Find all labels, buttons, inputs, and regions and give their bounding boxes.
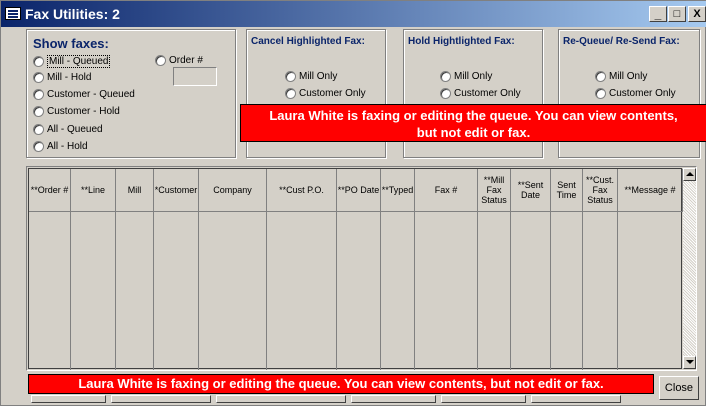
hold-fax-title: Hold Hightlighted Fax: <box>408 36 515 47</box>
radio-label: Mill Only <box>609 71 648 82</box>
queue-locked-warning-bottom: Laura White is faxing or editing the que… <box>28 374 654 394</box>
column-header-line[interactable]: **Line <box>71 169 116 212</box>
radio-label: Mill - Hold <box>47 72 92 83</box>
radio-label: Customer - Queued <box>47 89 135 100</box>
radio-requeue-customer-only[interactable]: Customer Only <box>595 88 676 99</box>
column-header-sent-time[interactable]: Sent Time <box>551 169 583 212</box>
radio-label: Order # <box>169 55 203 66</box>
radio-all-hold[interactable]: All - Hold <box>33 141 88 152</box>
radio-cancel-mill-only[interactable]: Mill Only <box>285 71 337 82</box>
radio-circle-icon[interactable] <box>33 106 44 117</box>
close-window-button[interactable]: X <box>688 6 706 22</box>
radio-requeue-mill-only[interactable]: Mill Only <box>595 71 647 82</box>
close-label-accelerator: C <box>664 382 673 394</box>
close-button[interactable]: Close <box>659 376 699 400</box>
radio-label: Customer - Hold <box>47 106 120 117</box>
radio-label: Customer Only <box>454 88 521 99</box>
radio-circle-icon[interactable] <box>440 88 451 99</box>
hidden-action-button[interactable] <box>216 395 346 403</box>
radio-hold-customer-only[interactable]: Customer Only <box>440 88 521 99</box>
title-bar[interactable]: Fax Utilities: 2 _ □ X <box>1 1 706 27</box>
radio-circle-icon[interactable] <box>595 88 606 99</box>
column-divider <box>336 212 337 370</box>
radio-circle-icon[interactable] <box>440 71 451 82</box>
maximize-button[interactable]: □ <box>668 6 686 22</box>
radio-customer-hold[interactable]: Customer - Hold <box>33 106 120 117</box>
radio-circle-icon[interactable] <box>33 124 44 135</box>
arrow-up-icon <box>686 172 694 176</box>
hidden-action-button[interactable] <box>351 395 436 403</box>
radio-circle-icon[interactable] <box>33 56 44 67</box>
column-header-message-number[interactable]: **Message # <box>618 169 683 212</box>
radio-circle-icon[interactable] <box>155 55 166 66</box>
vertical-scrollbar[interactable] <box>683 168 696 369</box>
radio-cancel-customer-only[interactable]: Customer Only <box>285 88 366 99</box>
fax-utilities-window: Fax Utilities: 2 _ □ X Show faxes: Mill … <box>0 0 706 406</box>
show-faxes-title: Show faxes: <box>33 36 109 51</box>
radio-label: Customer Only <box>609 88 676 99</box>
queue-locked-warning-top: Laura White is faxing or editing the que… <box>240 104 706 142</box>
hidden-action-button[interactable] <box>441 395 526 403</box>
hidden-action-button[interactable] <box>531 395 621 403</box>
column-divider <box>153 212 154 370</box>
hidden-action-button[interactable] <box>31 395 106 403</box>
radio-hold-mill-only[interactable]: Mill Only <box>440 71 492 82</box>
radio-circle-icon[interactable] <box>33 89 44 100</box>
column-divider <box>550 212 551 370</box>
column-divider <box>414 212 415 370</box>
column-divider <box>477 212 478 370</box>
radio-mill-hold[interactable]: Mill - Hold <box>33 72 91 83</box>
radio-label: All - Queued <box>47 124 103 135</box>
radio-label: Customer Only <box>299 88 366 99</box>
column-header-company[interactable]: Company <box>199 169 267 212</box>
hidden-action-button[interactable] <box>111 395 211 403</box>
radio-label: Mill Only <box>299 71 338 82</box>
column-header-cust-po[interactable]: **Cust P.O. <box>267 169 337 212</box>
radio-circle-icon[interactable] <box>285 71 296 82</box>
minimize-button[interactable]: _ <box>649 6 667 22</box>
radio-customer-queued[interactable]: Customer - Queued <box>33 89 135 100</box>
column-header-fax-number[interactable]: Fax # <box>415 169 478 212</box>
column-header-sent-date[interactable]: **Sent Date <box>511 169 551 212</box>
column-header-order[interactable]: **Order # <box>29 169 71 212</box>
column-divider <box>115 212 116 370</box>
radio-order-number[interactable]: Order # <box>155 55 203 66</box>
column-divider <box>266 212 267 370</box>
app-window-icon <box>5 7 21 20</box>
radio-circle-icon[interactable] <box>595 71 606 82</box>
radio-circle-icon[interactable] <box>33 141 44 152</box>
radio-circle-icon[interactable] <box>285 88 296 99</box>
fax-queue-grid[interactable]: **Order # **Line Mill *Customer Company … <box>26 166 697 371</box>
column-divider <box>617 212 618 370</box>
radio-label: All - Hold <box>47 141 88 152</box>
column-header-typed[interactable]: **Typed <box>381 169 415 212</box>
radio-circle-icon[interactable] <box>33 72 44 83</box>
arrow-down-icon <box>686 360 694 364</box>
scroll-down-button[interactable] <box>683 356 696 369</box>
close-label-rest: lose <box>672 382 694 394</box>
column-divider <box>198 212 199 370</box>
cancel-fax-title: Cancel Highlighted Fax: <box>251 36 365 47</box>
column-divider <box>510 212 511 370</box>
column-header-mill-fax-status[interactable]: **Mill Fax Status <box>478 169 511 212</box>
warning-line-2: but not edit or fax. <box>416 125 531 140</box>
column-header-customer[interactable]: *Customer <box>154 169 199 212</box>
order-number-input[interactable] <box>173 67 217 86</box>
column-divider <box>582 212 583 370</box>
requeue-fax-title: Re-Queue/ Re-Send Fax: <box>563 36 680 47</box>
radio-all-queued[interactable]: All - Queued <box>33 124 103 135</box>
column-divider <box>70 212 71 370</box>
column-header-mill[interactable]: Mill <box>116 169 154 212</box>
grid-body[interactable]: **Order # **Line Mill *Customer Company … <box>28 168 683 370</box>
radio-label: Mill - Queued <box>47 55 111 68</box>
window-title: Fax Utilities: 2 <box>25 6 120 22</box>
scroll-up-button[interactable] <box>683 168 696 181</box>
warning-line-1: Laura White is faxing or editing the que… <box>269 108 678 123</box>
column-header-cust-fax-status[interactable]: **Cust. Fax Status <box>583 169 618 212</box>
column-header-po-date[interactable]: **PO Date <box>337 169 381 212</box>
radio-label: Mill Only <box>454 71 493 82</box>
show-faxes-group: Show faxes: Mill - Queued Mill - Hold Cu… <box>26 29 236 158</box>
column-divider <box>380 212 381 370</box>
radio-mill-queued[interactable]: Mill - Queued <box>33 55 111 68</box>
